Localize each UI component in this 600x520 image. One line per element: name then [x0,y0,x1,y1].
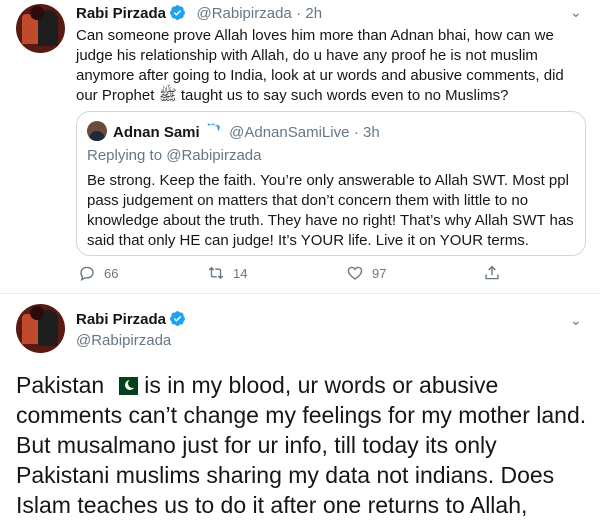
avatar[interactable] [16,304,65,353]
tweet-time[interactable]: · 2h [296,5,322,22]
quoted-tweet-time: · 3h [353,124,380,141]
reply-icon [80,266,94,282]
quoted-tweet-header: Adnan Sami @AdnanSamiLive · 3h [87,121,380,142]
avatar [87,121,107,141]
avatar-shape [30,306,44,320]
chevron-down-icon[interactable]: ⌄ [570,312,582,329]
pakistan-flag-icon [112,377,139,395]
avatar[interactable] [16,4,65,53]
retweet-count: 14 [233,265,248,281]
share-button[interactable] [483,264,509,282]
author-handle[interactable]: @Rabipirzada [76,332,186,349]
author-name[interactable]: Rabi Pirzada [76,5,166,22]
divider [0,293,600,294]
replying-to-handle[interactable]: @Rabipirzada [166,147,261,164]
like-count: 97 [372,265,387,281]
replying-to-label: Replying to [87,147,163,164]
tweet-text: Pakistan is in my blood, ur words or abus… [16,370,591,520]
like-button[interactable]: 97 [346,264,386,282]
tweet-header: Rabi Pirzada @Rabipirzada [76,310,186,349]
author-name[interactable]: Rabi Pirzada [76,311,166,328]
replying-to: Replying to @Rabipirzada [87,147,262,164]
retweet-icon [208,266,224,280]
tweet-header: Rabi Pirzada @Rabipirzada · 2h [76,4,322,23]
quoted-tweet[interactable]: Adnan Sami @AdnanSamiLive · 3h Replying … [76,111,586,256]
quoted-tweet-text: Be strong. Keep the faith. You’re only a… [87,172,574,249]
retweet-button[interactable]: 14 [207,264,247,282]
tweet-reply[interactable]: Rabi Pirzada @Rabipirzada · 2h ⌄ Can som… [0,0,600,293]
tweet-text: Can someone prove Allah loves him more t… [76,27,564,104]
verified-badge-icon [207,123,220,135]
tweet-text-part: Pakistan [16,372,105,398]
author-handle[interactable]: @Rabipirzada [196,5,291,22]
verified-badge-icon [170,5,185,20]
tweet-actions: 66 14 97 [78,264,528,288]
heart-icon [347,266,363,280]
chevron-down-icon[interactable]: ⌄ [570,4,582,21]
quoted-author-handle: @AdnanSamiLive [229,124,350,141]
share-icon [485,265,499,280]
reply-count: 66 [104,265,119,281]
quoted-author-name: Adnan Sami [113,124,200,141]
reply-button[interactable]: 66 [78,264,118,282]
verified-badge-icon [170,311,185,326]
avatar-shape [30,6,44,20]
